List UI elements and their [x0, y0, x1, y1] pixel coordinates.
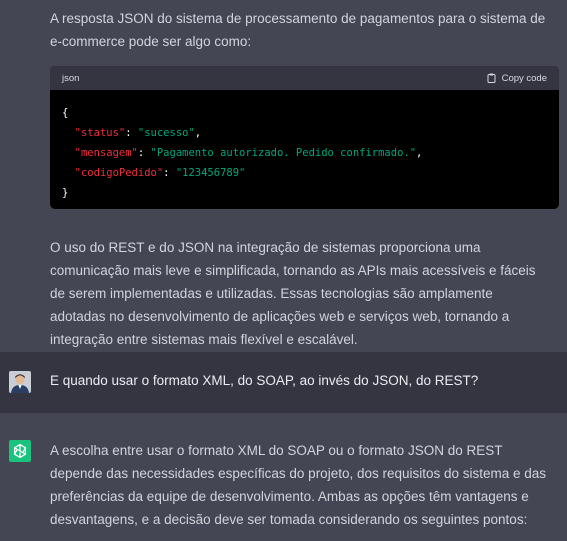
- assistant-avatar: [9, 440, 31, 462]
- copy-code-label: Copy code: [501, 72, 547, 84]
- code-separator: :: [163, 167, 176, 179]
- code-key: "mensagem": [74, 147, 138, 159]
- code-language-label: json: [62, 72, 80, 84]
- copy-code-button[interactable]: Copy code: [487, 73, 547, 84]
- code-line: "codigoPedido": "123456789": [75, 167, 246, 179]
- code-line: "mensagem": "Pagamento autorizado. Pedid…: [75, 147, 423, 159]
- openai-logo-icon: [13, 443, 27, 459]
- code-value: "Pagamento autorizado. Pedido confirmado…: [150, 147, 417, 159]
- code-block: json Copy code { "status": "sucesso", "m…: [50, 66, 559, 209]
- intro-paragraph: A resposta JSON do sistema de processame…: [50, 11, 546, 49]
- code-trail: ,: [416, 147, 423, 159]
- clipboard-icon: [487, 73, 496, 83]
- user-avatar-icon: [9, 371, 31, 393]
- code-key: "status": [74, 127, 126, 139]
- code-separator: :: [125, 127, 138, 139]
- code-separator: :: [137, 147, 151, 159]
- user-message-text: E quando usar o formato XML, do SOAP, ao…: [50, 373, 479, 388]
- code-value: "123456789": [175, 167, 246, 179]
- code-close-brace: }: [62, 187, 69, 199]
- summary-paragraph: O uso do REST e do JSON na integração de…: [50, 240, 536, 347]
- answer-paragraph: A escolha entre usar o formato XML do SO…: [50, 443, 547, 527]
- code-value: "sucesso": [137, 127, 195, 139]
- code-trail: ,: [194, 127, 202, 139]
- code-open-brace: {: [62, 107, 69, 119]
- code-header: json Copy code: [50, 66, 559, 90]
- code-line: "status": "sucesso",: [75, 127, 201, 139]
- code-key: "codigoPedido": [74, 167, 164, 179]
- user-avatar: [9, 371, 31, 393]
- code-content: { "status": "sucesso", "mensagem": "Paga…: [50, 90, 559, 209]
